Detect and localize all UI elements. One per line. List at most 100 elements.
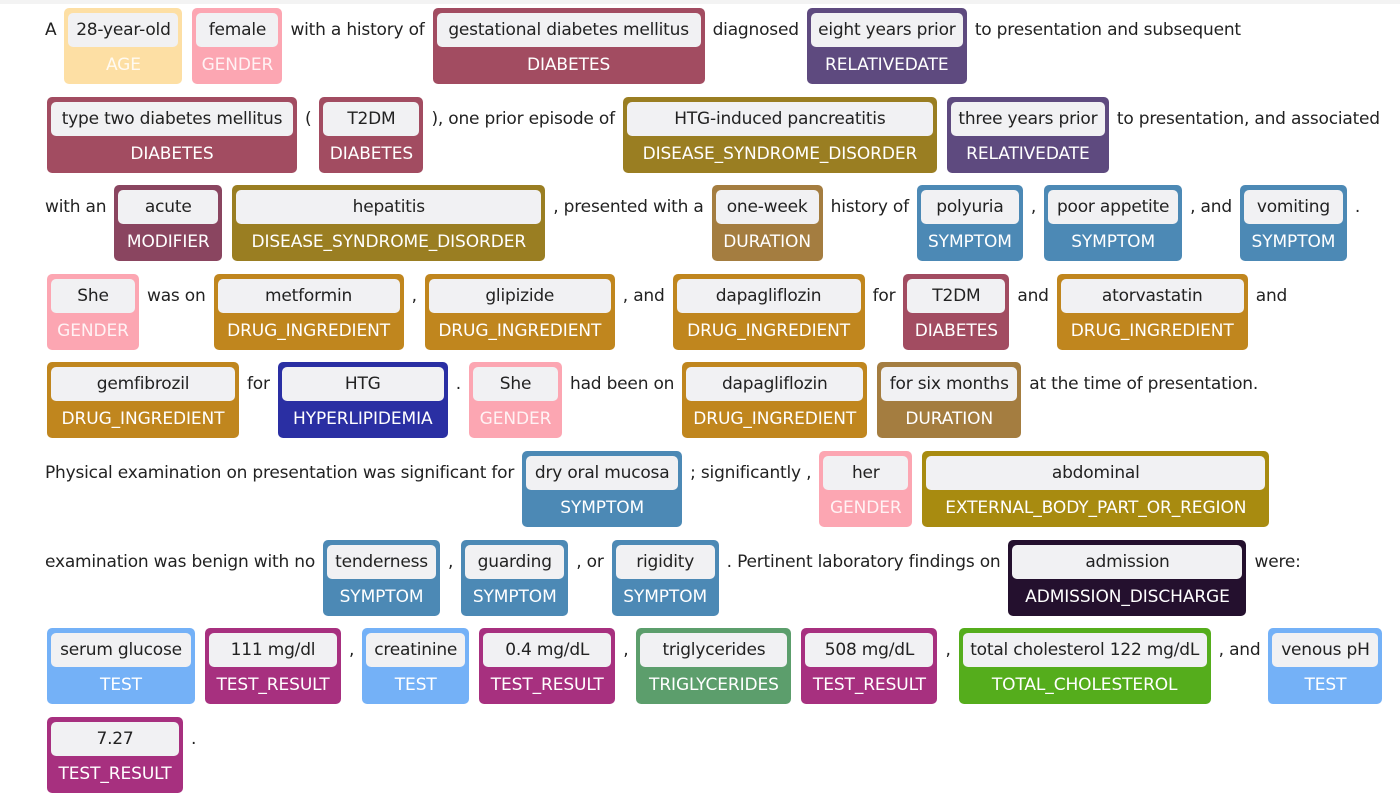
entity-label: DRUG_INGREDIENT — [687, 320, 851, 341]
entity-chip-gender[interactable]: her GENDER — [819, 450, 913, 527]
entity-label: TEST_RESULT — [812, 675, 926, 696]
entity-text: 508 mg/dL — [805, 633, 934, 668]
entity-chip-drug-ingredient[interactable]: gemfibrozil DRUG_INGREDIENT — [47, 362, 239, 439]
plain-text: diagnosed — [712, 20, 799, 40]
entity-text: rigidity — [615, 544, 715, 579]
entity-chip-total-cholesterol[interactable]: total cholesterol 122 mg/dL TOTAL_CHOLEST… — [958, 628, 1211, 705]
entity-label: DIABETES — [329, 143, 414, 164]
entity-chip-symptom[interactable]: dry oral mucosa SYMPTOM — [522, 450, 683, 527]
entity-text: atorvastatin — [1060, 278, 1244, 313]
entity-chip-diabetes[interactable]: type two diabetes mellitus DIABETES — [47, 96, 297, 173]
plain-text: , — [349, 640, 355, 661]
plain-text: had been on — [570, 374, 675, 395]
plain-text: and — [1255, 285, 1288, 306]
entity-chip-test[interactable]: serum glucose TEST — [47, 628, 195, 705]
entity-chip-drug-ingredient[interactable]: metformin DRUG_INGREDIENT — [213, 273, 404, 350]
entity-chip-test-result[interactable]: 508 mg/dL TEST_RESULT — [801, 628, 938, 705]
entity-chip-disease-syndrome-disorder[interactable]: hepatitis DISEASE_SYNDROME_DISORDER — [232, 185, 546, 262]
entity-text: T2DM — [907, 278, 1006, 313]
entity-chip-triglycerides[interactable]: triglycerides TRIGLYCERIDES — [636, 628, 792, 705]
entity-chip-symptom[interactable]: polyuria SYMPTOM — [916, 185, 1023, 262]
entity-text: She — [473, 367, 558, 402]
text-line: A 28-year-old AGE female GENDER with a histor… — [42, 8, 1392, 97]
entity-chip-disease-syndrome-disorder[interactable]: HTG-induced pancreatitis DISEASE_SYNDROME… — [622, 96, 937, 173]
entity-label: SYMPTOM — [623, 586, 708, 607]
entity-chip-gender[interactable]: female GENDER — [192, 8, 283, 84]
entity-chip-diabetes[interactable]: gestational diabetes mellitus DIABETES — [432, 8, 705, 84]
entity-text: total cholesterol 122 mg/dL — [962, 633, 1207, 668]
entity-chip-duration[interactable]: one-week DURATION — [711, 185, 823, 262]
entity-text: dapagliflozin — [676, 278, 861, 313]
entity-chip-relativedate[interactable]: three years prior RELATIVEDATE — [946, 96, 1109, 173]
plain-text: ; significantly , — [690, 462, 812, 483]
entity-text: poor appetite — [1048, 190, 1179, 225]
entity-chip-admission-discharge[interactable]: admission ADMISSION_DISCHARGE — [1008, 539, 1247, 616]
entity-text: for six months — [881, 367, 1018, 402]
plain-text: for — [247, 374, 270, 395]
text-line: with an acute MODIFIER hepatitis DISEASE_SYN… — [42, 185, 1392, 274]
entity-label: TOTAL_CHOLESTEROL — [991, 675, 1178, 696]
entity-label: DIABETES — [130, 143, 214, 164]
plain-text: A — [45, 20, 57, 40]
plain-text: to presentation and subsequent — [974, 20, 1241, 40]
entity-label: HYPERLIPIDEMIA — [293, 409, 433, 430]
entity-chip-relativedate[interactable]: eight years prior RELATIVEDATE — [806, 8, 967, 84]
entity-label: DISEASE_SYNDROME_DISORDER — [642, 143, 918, 164]
plain-text: was on — [147, 285, 206, 306]
entity-chip-age[interactable]: 28-year-old AGE — [64, 8, 183, 84]
entity-chip-symptom[interactable]: rigidity SYMPTOM — [611, 539, 719, 616]
entity-chip-test[interactable]: creatinine TEST — [362, 628, 470, 705]
plain-text: , — [945, 640, 951, 661]
entity-chip-symptom[interactable]: poor appetite SYMPTOM — [1044, 185, 1183, 262]
plain-text: , and — [622, 285, 665, 306]
entity-text: serum glucose — [51, 633, 191, 668]
entity-chip-gender[interactable]: She GENDER — [469, 362, 562, 439]
entity-text: abdominal — [926, 455, 1266, 490]
plain-text: and — [1017, 285, 1049, 306]
entity-chip-symptom[interactable]: tenderness SYMPTOM — [323, 539, 441, 616]
entity-label: DRUG_INGREDIENT — [61, 409, 225, 430]
entity-text: HTG-induced pancreatitis — [626, 101, 933, 136]
entity-text: 0.4 mg/dL — [483, 633, 612, 668]
entity-label: AGE — [105, 55, 141, 75]
entity-chip-hyperlipidemia[interactable]: HTG HYPERLIPIDEMIA — [277, 362, 448, 439]
plain-text: , — [623, 640, 629, 661]
entity-chip-test-result[interactable]: 7.27 TEST_RESULT — [47, 716, 183, 793]
entity-chip-drug-ingredient[interactable]: atorvastatin DRUG_INGREDIENT — [1056, 273, 1248, 350]
entity-chip-gender[interactable]: She GENDER — [47, 273, 139, 350]
plain-text: , or — [576, 551, 604, 572]
entity-chip-diabetes[interactable]: T2DM DIABETES — [319, 96, 424, 173]
entity-label: DURATION — [723, 232, 811, 253]
entity-label: GENDER — [57, 320, 129, 341]
entity-text: acute — [118, 190, 219, 225]
entity-chip-diabetes[interactable]: T2DM DIABETES — [903, 273, 1010, 350]
entity-text: hepatitis — [236, 190, 542, 225]
entity-label: DURATION — [905, 409, 994, 430]
text-line: serum glucose TEST 111 mg/dl TEST_RESULT, cr… — [42, 628, 1392, 717]
entity-chip-symptom[interactable]: guarding SYMPTOM — [461, 539, 569, 616]
entity-text: T2DM — [323, 101, 420, 136]
entity-chip-test-result[interactable]: 0.4 mg/dL TEST_RESULT — [479, 628, 616, 705]
entity-chip-external-body-part-or-region[interactable]: abdominal EXTERNAL_BODY_PART_OR_REGION — [922, 450, 1270, 527]
entity-chip-drug-ingredient[interactable]: glipizide DRUG_INGREDIENT — [424, 273, 615, 350]
entity-text: vomiting — [1243, 190, 1343, 225]
entity-text: her — [823, 455, 909, 490]
entity-chip-duration[interactable]: for six months DURATION — [877, 362, 1022, 439]
entity-chip-drug-ingredient[interactable]: dapagliflozin DRUG_INGREDIENT — [682, 362, 868, 439]
entity-chip-modifier[interactable]: acute MODIFIER — [114, 185, 223, 262]
text-line: 7.27 TEST_RESULT. — [42, 716, 1392, 805]
entity-chip-drug-ingredient[interactable]: dapagliflozin DRUG_INGREDIENT — [672, 273, 865, 350]
entity-label: GENDER — [201, 55, 274, 75]
entity-text: creatinine — [366, 633, 466, 668]
plain-text: , — [1030, 197, 1037, 218]
entity-chip-test-result[interactable]: 111 mg/dl TEST_RESULT — [205, 628, 341, 705]
entity-chip-symptom[interactable]: vomiting SYMPTOM — [1239, 185, 1347, 262]
entity-chip-test[interactable]: venous pH TEST — [1268, 628, 1383, 705]
entity-text: HTG — [281, 367, 444, 402]
plain-text: . — [191, 728, 197, 749]
entity-label: TEST_RESULT — [58, 763, 172, 784]
plain-text: ( — [305, 108, 312, 129]
plain-text: , presented with a — [553, 197, 704, 218]
entity-text: guarding — [465, 544, 565, 579]
entity-text: metformin — [217, 278, 400, 313]
